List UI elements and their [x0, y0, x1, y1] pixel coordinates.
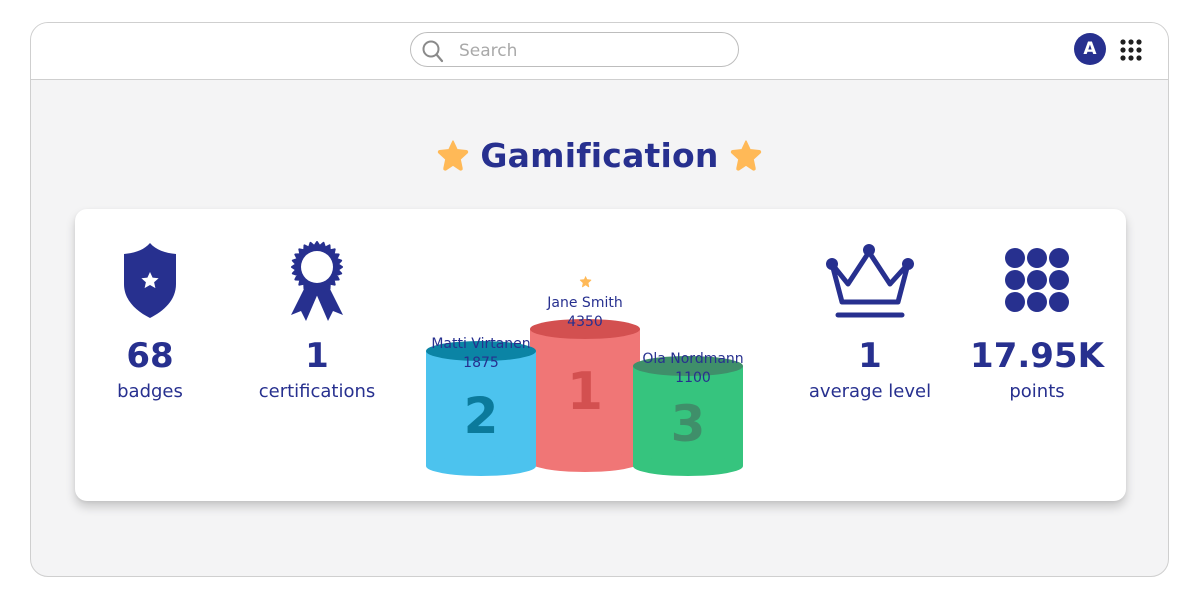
stat-label: average level	[808, 381, 932, 402]
star-icon	[438, 140, 469, 171]
podium-3-base	[633, 456, 743, 476]
top-bar: A	[31, 23, 1168, 80]
podium-1-rank: 1	[567, 362, 603, 422]
podium-3-rank: 3	[671, 395, 706, 453]
stat-certifications: 1 certifications	[227, 237, 407, 403]
avatar[interactable]: A	[1074, 33, 1106, 65]
stat-value: 68	[126, 336, 174, 376]
search-box[interactable]	[410, 32, 739, 67]
stats-card: 68 badges 1 certifications 1 2 3 Jane Sm…	[75, 209, 1126, 501]
stat-points: 17.95K points	[947, 237, 1127, 403]
star-icon	[730, 140, 761, 171]
page-title: Gamification	[480, 135, 719, 175]
stat-average-level: 1 average level	[780, 237, 960, 403]
avatar-initial: A	[1083, 39, 1097, 59]
podium-1-base	[530, 452, 640, 472]
leaderboard-podium: 1 2 3 Jane Smith 4350 Matti Virtanen 187…	[420, 249, 765, 499]
star-icon	[579, 275, 592, 288]
stat-badges: 68 badges	[60, 237, 240, 403]
stat-label: certifications	[258, 381, 376, 402]
podium-2-name: Matti Virtanen	[431, 336, 531, 352]
podium-2-points: 1875	[463, 355, 499, 371]
podium-3-info: Ola Nordmann 1100	[613, 350, 773, 388]
stat-value: 17.95K	[970, 336, 1104, 376]
stat-label: points	[1009, 381, 1065, 402]
podium-2-base	[426, 456, 536, 476]
stat-value: 1	[858, 336, 882, 376]
stat-label: badges	[117, 381, 183, 402]
podium-1-name: Jane Smith	[547, 295, 623, 311]
search-input[interactable]	[457, 37, 721, 64]
shield-star-icon	[124, 243, 176, 318]
podium-3-name: Ola Nordmann	[642, 351, 744, 367]
podium-3-points: 1100	[675, 370, 711, 386]
apps-grid-icon[interactable]	[1119, 38, 1143, 62]
ribbon-award-icon	[291, 241, 343, 321]
search-icon	[422, 40, 444, 63]
podium-2-info: Matti Virtanen 1875	[401, 335, 561, 373]
dots-grid-icon	[1005, 248, 1069, 312]
podium-2-rank: 2	[464, 387, 499, 445]
page-header: Gamification	[31, 133, 1168, 177]
podium-1-points: 4350	[567, 314, 603, 330]
podium-1-info: Jane Smith 4350	[505, 294, 665, 332]
app-window: A Gamification 68	[30, 22, 1169, 577]
crown-icon	[826, 244, 914, 318]
stat-value: 1	[305, 336, 329, 376]
